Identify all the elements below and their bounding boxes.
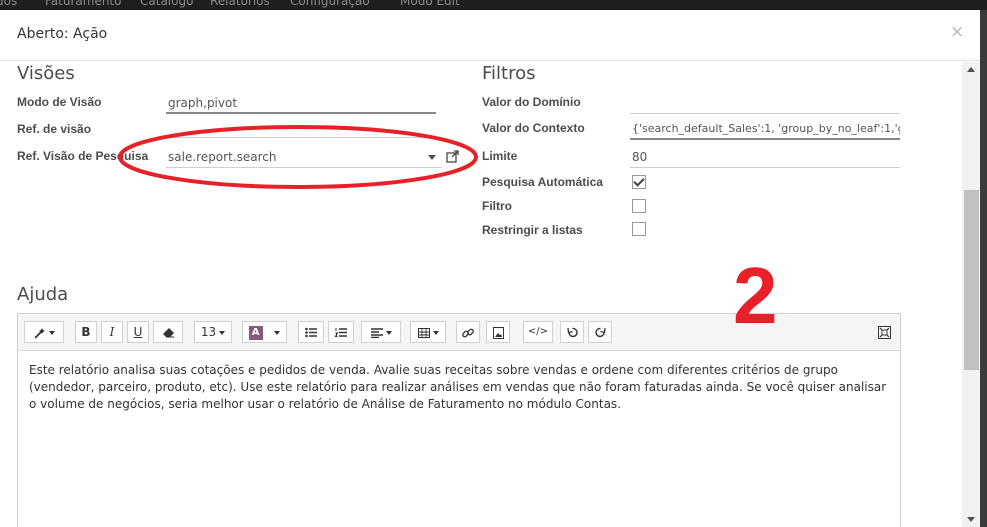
color-swatch: A bbox=[248, 325, 263, 340]
eraser-icon[interactable] bbox=[153, 321, 183, 343]
background-menu-item: Configuração bbox=[290, 0, 370, 8]
filter-checkbox[interactable] bbox=[632, 199, 646, 213]
scroll-down-arrow-icon[interactable] bbox=[967, 517, 975, 522]
filter-label: Filtro bbox=[482, 199, 512, 213]
underline-icon[interactable]: U bbox=[127, 321, 149, 343]
red-ellipse-annotation bbox=[118, 125, 478, 189]
italic-icon[interactable]: I bbox=[101, 321, 123, 343]
fullscreen-icon[interactable] bbox=[872, 321, 896, 343]
scrollbar-thumb[interactable] bbox=[964, 190, 979, 370]
undo-icon[interactable] bbox=[560, 321, 584, 343]
filters-section-title: Filtros bbox=[482, 63, 536, 84]
code-view-icon[interactable]: </> bbox=[523, 321, 553, 343]
background-menu-bar: dos Faturamento Catálogo Relatórios Conf… bbox=[0, 0, 987, 10]
domain-label: Valor do Domínio bbox=[482, 95, 581, 109]
help-section-title: Ajuda bbox=[17, 284, 69, 305]
domain-field[interactable] bbox=[630, 92, 900, 114]
unordered-list-icon[interactable] bbox=[298, 321, 324, 343]
annotation-number: 2 bbox=[733, 251, 778, 340]
help-editor[interactable]: B I U 13 A </> Este relatório analisa su… bbox=[17, 313, 901, 527]
align-icon[interactable] bbox=[361, 321, 401, 343]
auto-search-label: Pesquisa Automática bbox=[482, 175, 603, 189]
modal-title: Aberto: Ação bbox=[17, 26, 108, 42]
redo-icon[interactable] bbox=[588, 321, 612, 343]
link-icon[interactable] bbox=[456, 321, 480, 343]
help-body-text[interactable]: Este relatório analisa suas cotações e p… bbox=[29, 362, 889, 413]
font-size-icon[interactable]: 13 bbox=[194, 321, 232, 343]
view-mode-field[interactable]: graph,pivot bbox=[166, 92, 436, 114]
limit-field[interactable]: 80 bbox=[630, 146, 900, 168]
view-ref-label: Ref. de visão bbox=[17, 122, 92, 136]
action-modal: Aberto: Ação × Visões Modo de Visão grap… bbox=[0, 10, 980, 527]
scrollbar[interactable] bbox=[962, 62, 980, 527]
restrict-label: Restringir a listas bbox=[482, 223, 583, 237]
color-icon[interactable]: A bbox=[242, 321, 287, 343]
background-menu-item: Relatórios bbox=[210, 0, 270, 8]
auto-search-checkbox[interactable] bbox=[632, 175, 646, 189]
background-menu-item: dos bbox=[0, 0, 18, 8]
views-section-title: Visões bbox=[17, 63, 75, 84]
magic-wand-icon[interactable] bbox=[24, 321, 64, 343]
background-menu-item: Modo Edit bbox=[400, 0, 460, 8]
context-field[interactable]: {'search_default_Sales':1, 'group_by_no_… bbox=[630, 118, 900, 140]
view-mode-label: Modo de Visão bbox=[17, 95, 102, 109]
modal-header: Aberto: Ação × bbox=[0, 10, 980, 61]
ordered-list-icon[interactable] bbox=[328, 321, 354, 343]
bold-icon[interactable]: B bbox=[75, 321, 97, 343]
limit-label: Limite bbox=[482, 149, 518, 163]
context-label: Valor do Contexto bbox=[482, 121, 585, 135]
restrict-checkbox[interactable] bbox=[632, 222, 646, 236]
scroll-up-arrow-icon[interactable] bbox=[967, 67, 975, 72]
font-size-value: 13 bbox=[200, 325, 217, 339]
background-menu-item: Catálogo bbox=[140, 0, 194, 8]
table-icon[interactable] bbox=[410, 321, 446, 343]
close-icon[interactable]: × bbox=[950, 22, 964, 42]
background-menu-item: Faturamento bbox=[45, 0, 122, 8]
image-icon[interactable] bbox=[486, 321, 510, 343]
